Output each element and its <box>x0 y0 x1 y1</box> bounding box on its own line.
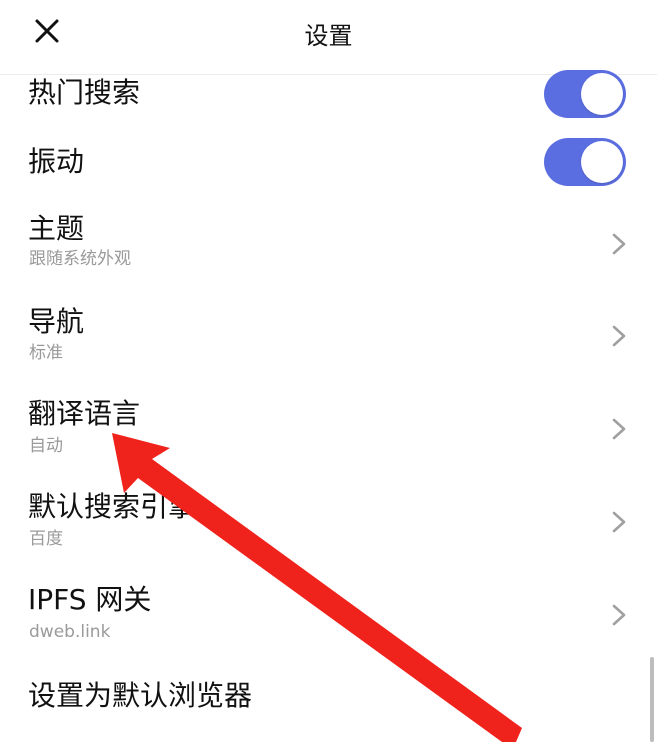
setting-row-hot-search[interactable]: 热门搜索 <box>0 75 640 133</box>
default-search-engine-label: 默认搜索引擎 <box>28 490 197 523</box>
vibration-label: 振动 <box>28 145 85 178</box>
toggle-knob <box>581 141 623 183</box>
setting-row-vibration[interactable]: 振动 <box>0 140 640 198</box>
setting-row-default-search-engine[interactable]: 默认搜索引擎 百度 <box>0 483 640 563</box>
header-bar: 设置 <box>0 0 657 75</box>
theme-label: 主题 <box>28 212 85 245</box>
setting-row-translate-language[interactable]: 翻译语言 自动 <box>0 390 640 470</box>
setting-row-navigation[interactable]: 导航 标准 <box>0 298 640 378</box>
close-icon <box>35 19 59 43</box>
ipfs-gateway-label: IPFS 网关 <box>28 583 152 616</box>
chevron-right-icon <box>612 325 626 347</box>
toggle-knob <box>581 73 623 115</box>
chevron-right-icon <box>612 511 626 533</box>
setting-row-theme[interactable]: 主题 跟随系统外观 <box>0 205 640 285</box>
scrollbar[interactable] <box>650 657 654 742</box>
ipfs-gateway-value: dweb.link <box>29 622 111 642</box>
translate-language-value: 自动 <box>29 436 63 456</box>
theme-value: 跟随系统外观 <box>29 249 131 269</box>
default-search-engine-value: 百度 <box>29 529 63 549</box>
setting-row-set-default-browser[interactable]: 设置为默认浏览器 <box>0 672 640 734</box>
navigation-value: 标准 <box>29 343 63 363</box>
chevron-right-icon <box>612 418 626 440</box>
hot-search-toggle[interactable] <box>544 70 626 118</box>
close-button[interactable] <box>30 14 64 48</box>
chevron-right-icon <box>612 604 626 626</box>
page-title: 设置 <box>304 22 353 50</box>
vibration-toggle[interactable] <box>544 138 626 186</box>
chevron-right-icon <box>612 233 626 255</box>
set-default-browser-label: 设置为默认浏览器 <box>28 679 253 712</box>
setting-row-ipfs-gateway[interactable]: IPFS 网关 dweb.link <box>0 576 640 656</box>
hot-search-label: 热门搜索 <box>28 76 141 109</box>
translate-language-label: 翻译语言 <box>28 397 141 430</box>
navigation-label: 导航 <box>28 305 85 338</box>
